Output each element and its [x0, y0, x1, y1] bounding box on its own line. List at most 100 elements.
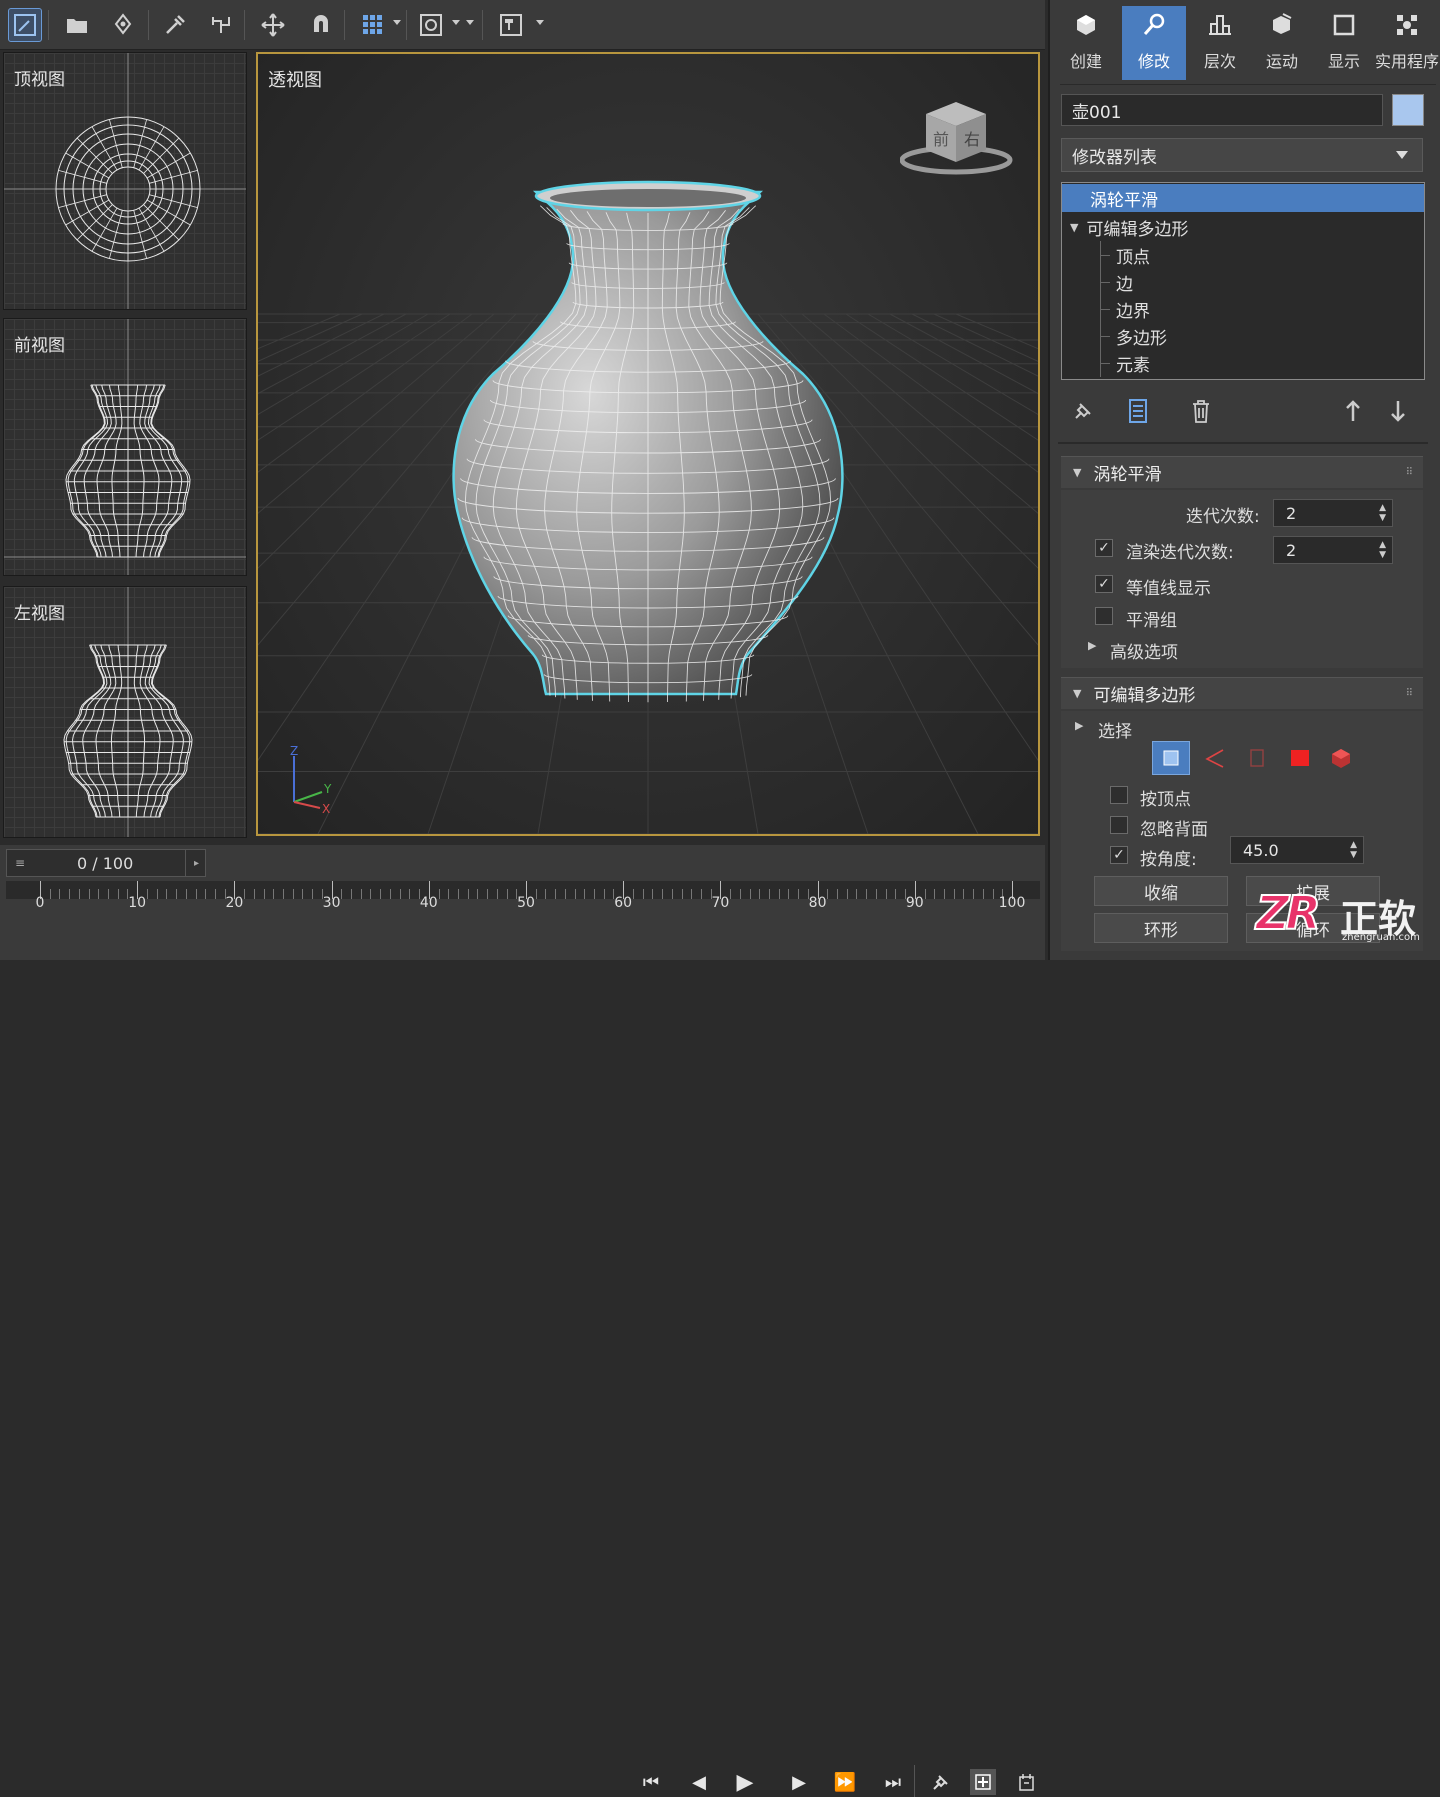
frame-display: 0 / 100 — [77, 853, 134, 873]
rollout-grip-icon[interactable]: ⠿ — [1406, 467, 1413, 478]
modifier-list-dropdown[interactable]: 修改器列表 — [1061, 138, 1423, 172]
collapse-triangle-icon[interactable]: ▼ — [1070, 221, 1078, 234]
spinner-arrows-icon[interactable]: ▲ ▼ — [1379, 503, 1386, 523]
border-mode-button[interactable] — [1240, 741, 1274, 775]
move-icon[interactable] — [256, 8, 290, 42]
axis-y-label: Y — [324, 782, 332, 796]
isoline-display-checkbox[interactable]: ✓ — [1095, 575, 1113, 593]
ring-button[interactable]: 环形 — [1094, 913, 1228, 943]
tab-create[interactable]: 创建 — [1054, 6, 1118, 80]
circle-select-icon[interactable] — [414, 8, 448, 42]
eyedropper-icon[interactable] — [158, 8, 192, 42]
render-iterations-spinner[interactable]: 2 ▲ ▼ — [1273, 536, 1393, 564]
grid-icon[interactable] — [356, 8, 390, 42]
viewcube-front-label[interactable]: 前 — [933, 126, 949, 150]
render-iterations-checkbox[interactable]: ✓ — [1095, 539, 1113, 557]
stack-subitem[interactable]: 边 — [1062, 268, 1424, 296]
modifier-stack[interactable]: 涡轮平滑 ▼ 可编辑多边形 顶点边边界 多边形 元素 — [1061, 182, 1425, 380]
element-mode-button[interactable] — [1324, 741, 1358, 775]
move-down-icon[interactable] — [1383, 396, 1413, 426]
select-dropdown-b-icon[interactable] — [466, 20, 474, 25]
left-viewport[interactable]: 左视图 — [3, 586, 247, 838]
rollout-grip-icon[interactable]: ⠿ — [1406, 688, 1413, 699]
polygon-mode-button[interactable] — [1283, 741, 1317, 775]
tab-modify[interactable]: 修改 — [1122, 6, 1186, 80]
prev-frame-icon[interactable]: ◀ — [684, 1767, 714, 1797]
angle-spinner[interactable]: 45.0 ▲ ▼ — [1230, 836, 1364, 864]
link-icon[interactable] — [106, 8, 140, 42]
select-icon[interactable] — [8, 8, 42, 42]
edge-mode-button[interactable] — [1198, 741, 1232, 775]
key-pin-icon[interactable] — [926, 1767, 956, 1797]
by-angle-checkbox[interactable]: ✓ — [1110, 846, 1128, 864]
advanced-options-label[interactable]: 高级选项 — [1110, 638, 1178, 663]
key-mode-icon[interactable] — [970, 1769, 996, 1795]
stack-item-turbosmooth[interactable]: 涡轮平滑 — [1062, 184, 1424, 212]
left-view-label[interactable]: 左视图 — [14, 599, 65, 624]
time-slider[interactable]: ≡ 0 / 100 ▸ — [6, 849, 206, 877]
by-vertex-checkbox[interactable] — [1110, 786, 1128, 804]
go-end-icon[interactable]: ⏭ — [878, 1767, 908, 1797]
spinner-arrows-icon[interactable]: ▲ ▼ — [1379, 540, 1386, 560]
spinner-arrows-icon[interactable]: ▲ ▼ — [1350, 840, 1357, 860]
turbosmooth-rollout-header[interactable]: ▼ 涡轮平滑 ⠿ — [1061, 456, 1423, 488]
stack-subitem[interactable]: 顶点 — [1062, 241, 1424, 269]
tab-label: 修改 — [1137, 52, 1170, 71]
viewcube[interactable]: 前 右 — [899, 98, 1016, 182]
stack-subitem[interactable]: 边界 — [1062, 295, 1424, 323]
timeline-tick-label: 40 — [419, 895, 438, 911]
select-dropdown-a-icon[interactable] — [452, 20, 460, 25]
viewcube-right-label[interactable]: 右 — [964, 126, 980, 150]
chevron-down-icon[interactable] — [1396, 151, 1408, 159]
element-icon — [1332, 749, 1350, 768]
window-dropdown-icon[interactable] — [536, 20, 544, 25]
collapse-triangle-icon[interactable]: ▼ — [1073, 687, 1081, 700]
expand-triangle-icon[interactable]: ▶ — [1088, 639, 1096, 652]
top-view-label[interactable]: 顶视图 — [14, 65, 65, 90]
tab-hierarchy[interactable]: 层次 — [1188, 6, 1252, 80]
grid-dropdown-icon[interactable] — [393, 20, 401, 25]
tab-utilities[interactable]: 实用程序 — [1374, 6, 1440, 80]
isoline-display-label: 等值线显示 — [1126, 579, 1211, 599]
perspective-view-label[interactable]: 透视图 — [268, 66, 322, 92]
front-view-label[interactable]: 前视图 — [14, 331, 65, 356]
ignore-backface-checkbox[interactable] — [1110, 816, 1128, 834]
vertex-mode-button[interactable] — [1152, 741, 1190, 775]
open-icon[interactable] — [60, 8, 94, 42]
border-icon — [1250, 749, 1264, 767]
tab-label: 运动 — [1265, 52, 1298, 71]
delete-modifier-icon[interactable] — [1186, 396, 1216, 426]
pin-stack-icon[interactable] — [1068, 396, 1098, 426]
move-up-icon[interactable] — [1338, 396, 1368, 426]
slider-grip-icon[interactable]: ≡ — [15, 856, 25, 870]
next-frame-icon[interactable]: ▶ — [784, 1767, 814, 1797]
loop-button[interactable]: 循环 — [1246, 913, 1380, 943]
object-color-swatch[interactable] — [1392, 94, 1424, 126]
tab-motion[interactable]: 运动 — [1250, 6, 1314, 80]
front-viewport[interactable]: 前视图 — [3, 318, 247, 576]
iterations-spinner[interactable]: 2 ▲ ▼ — [1273, 499, 1393, 527]
stack-subitem[interactable]: 元素 — [1062, 349, 1424, 377]
perspective-viewport[interactable]: 透视图 前 右 Z Y X — [256, 52, 1040, 836]
go-start-icon[interactable]: ⏮ — [636, 1767, 666, 1797]
fast-forward-icon[interactable]: ⏩ — [830, 1767, 860, 1797]
show-end-result-icon[interactable] — [1124, 396, 1154, 426]
editable-poly-rollout-header[interactable]: ▼ 可编辑多边形 ⠿ — [1061, 677, 1423, 709]
time-config-icon[interactable] — [1012, 1767, 1042, 1797]
slider-next-icon[interactable]: ▸ — [185, 850, 207, 876]
shrink-button[interactable]: 收缩 — [1094, 876, 1228, 906]
play-icon[interactable]: ▶ — [730, 1767, 760, 1797]
stack-subitem[interactable]: 多边形 — [1062, 322, 1424, 350]
magnet-icon[interactable] — [304, 8, 338, 42]
selection-label[interactable]: 选择 — [1098, 717, 1132, 742]
object-name-field[interactable]: 壶001 — [1061, 94, 1383, 126]
window-icon[interactable] — [494, 8, 528, 42]
snap-icon[interactable] — [204, 8, 238, 42]
top-viewport[interactable]: 顶视图 — [3, 52, 247, 310]
collapse-triangle-icon[interactable]: ▼ — [1073, 466, 1081, 479]
smoothing-groups-checkbox[interactable] — [1095, 607, 1113, 625]
grow-button[interactable]: 扩展 — [1246, 876, 1380, 906]
tab-display[interactable]: 显示 — [1312, 6, 1376, 80]
stack-item-editable-poly[interactable]: ▼ 可编辑多边形 — [1062, 213, 1424, 241]
expand-triangle-icon[interactable]: ▶ — [1075, 719, 1083, 732]
